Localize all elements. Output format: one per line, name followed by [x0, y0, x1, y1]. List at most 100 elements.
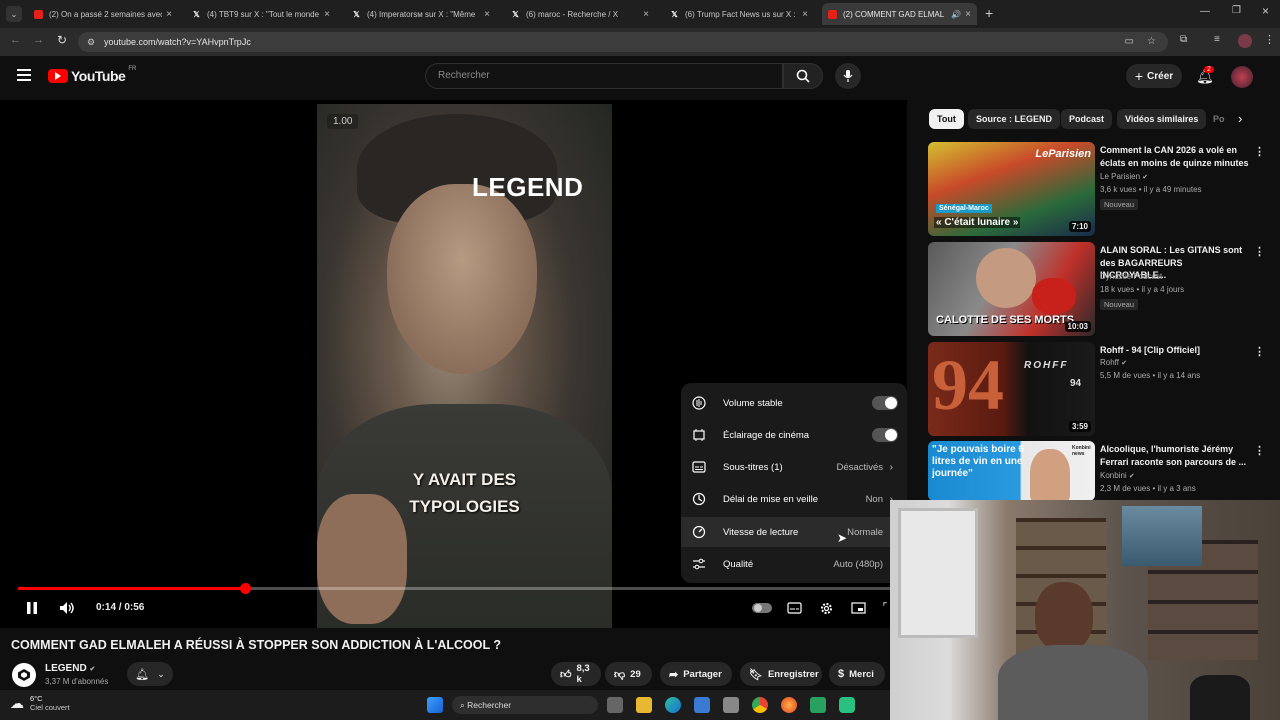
save-button[interactable]: 🔖︎ Enregistrer [740, 662, 822, 686]
webcam-overlay [890, 500, 1280, 720]
settings-button[interactable] [818, 600, 834, 616]
channel-avatar[interactable] [12, 663, 36, 687]
miniplayer-button[interactable] [850, 601, 866, 615]
subtitles-button[interactable] [786, 601, 802, 615]
fullscreen-button[interactable]: ⌜ [880, 600, 890, 614]
recommendation-item[interactable]: LeParisien Sénégal-Maroc « C'était lunai… [928, 142, 1268, 237]
reload-icon[interactable]: ↻ [57, 33, 67, 47]
browser-tab-4[interactable]: 𝕏 (6) Trump Fact News us sur X : " × [664, 3, 814, 25]
close-icon[interactable]: × [166, 9, 172, 20]
bookmark-star-icon[interactable]: ☆ [1147, 32, 1156, 52]
tab-search-button[interactable]: ⌄ [6, 6, 22, 22]
settings-item-quality[interactable]: Qualité Auto (480p) › [681, 549, 907, 579]
more-options-icon[interactable]: ⋮ [1254, 145, 1265, 158]
site-info-icon[interactable]: ⚙ [87, 32, 95, 52]
volume-button[interactable] [58, 600, 76, 616]
notifications-button[interactable]: 🔔︎ 2 [1196, 66, 1214, 86]
progress-scrubber[interactable] [239, 583, 251, 594]
windows-start-icon[interactable] [427, 697, 443, 713]
forward-icon[interactable]: → [33, 34, 44, 46]
browser-tab-3[interactable]: 𝕏 (6) maroc - Recherche / X × [505, 3, 655, 25]
chip-related-videos[interactable]: Vidéos similaires [1117, 109, 1207, 129]
search-button[interactable] [783, 63, 823, 89]
extensions-icon[interactable]: ⧉ [1180, 34, 1187, 45]
recommendation-thumbnail[interactable]: CALOTTE DE SES MORTS 10:03 [928, 242, 1095, 336]
settings-item-ambient-mode[interactable]: Éclairage de cinéma [681, 420, 907, 450]
close-icon[interactable]: × [965, 9, 971, 20]
chip-podcast[interactable]: Podcast [1061, 109, 1113, 129]
playback-speed-icon [691, 524, 707, 540]
close-icon[interactable]: × [643, 9, 649, 20]
recommendation-thumbnail[interactable]: "Je pouvais boire 6 litres de vin en une… [928, 441, 1095, 501]
pause-button[interactable] [24, 600, 40, 616]
chip-more[interactable]: Po [1209, 109, 1229, 129]
edge-icon[interactable] [665, 697, 681, 713]
cast-icon[interactable]: ▭ [1125, 32, 1134, 52]
new-tab-button[interactable]: + [985, 5, 993, 21]
chips-next-button[interactable]: › [1238, 111, 1242, 126]
settings-item-volume-stable[interactable]: Volume stable [681, 388, 907, 418]
back-icon[interactable]: ← [10, 34, 21, 46]
close-icon[interactable]: × [802, 9, 808, 20]
create-button[interactable]: + Créer [1126, 64, 1182, 88]
subtitles-icon [691, 459, 707, 475]
browser-tab-5[interactable]: (2) COMMENT GAD ELMAL 🔊 × [822, 3, 977, 25]
more-options-icon[interactable]: ⋮ [1254, 245, 1265, 258]
file-explorer-icon[interactable] [636, 697, 652, 713]
browser-menu-icon[interactable]: ⋮ [1264, 33, 1275, 46]
recommendation-item[interactable]: 94 ROHFF 94 3:59 Rohff - 94 [Clip Offici… [928, 342, 1268, 437]
channel-text: Le Parisien [1100, 172, 1141, 181]
chip-all[interactable]: Tout [929, 109, 964, 129]
close-icon[interactable]: × [484, 9, 490, 20]
profile-avatar[interactable] [1238, 34, 1252, 48]
firefox-icon[interactable] [781, 697, 797, 713]
calculator-icon[interactable] [723, 697, 739, 713]
obs-icon[interactable] [839, 697, 855, 713]
weather-widget[interactable]: ☁ 6°C Ciel couvert [10, 694, 70, 712]
browser-tab-1[interactable]: 𝕏 (4) TBT9 sur X : "Tout le monde × [186, 3, 336, 25]
maximize-button[interactable]: ❐ [1232, 5, 1241, 16]
thanks-button[interactable]: $ Merci [829, 662, 885, 686]
settings-item-subtitles[interactable]: Sous-titres (1) Désactivés › [681, 452, 907, 482]
account-avatar[interactable] [1231, 66, 1253, 88]
chip-source-legend[interactable]: Source : LEGEND [968, 109, 1061, 129]
url-field[interactable]: ⚙ youtube.com/watch?v=YAHvpnTrpJc ▭ ☆ [78, 32, 1168, 52]
more-options-icon[interactable]: ⋮ [1254, 345, 1265, 358]
hamburger-menu-icon[interactable] [17, 69, 31, 81]
task-view-icon[interactable] [607, 697, 623, 713]
speaker-icon[interactable]: 🔊 [951, 10, 961, 19]
youtube-logo[interactable]: YouTube FR [48, 66, 136, 84]
thumbnail-person [1030, 449, 1070, 501]
taskbar-search[interactable]: ⌕ Rechercher [452, 696, 598, 714]
search-input[interactable]: Rechercher [425, 63, 783, 89]
like-button[interactable]: 👍︎ 8,3 k [551, 662, 601, 686]
app-icon[interactable] [810, 697, 826, 713]
store-icon[interactable] [694, 697, 710, 713]
settings-item-sleep-timer[interactable]: Délai de mise en veille Non › [681, 484, 907, 514]
channel-name[interactable]: LEGEND ✔ [45, 663, 95, 674]
progress-bar[interactable] [18, 583, 890, 594]
recommendation-title: Comment la CAN 2026 a volé en éclats en … [1100, 145, 1249, 168]
recommendation-item[interactable]: CALOTTE DE SES MORTS 10:03 ALAIN SORAL :… [928, 242, 1268, 337]
recommendation-thumbnail[interactable]: LeParisien Sénégal-Maroc « C'était lunai… [928, 142, 1095, 236]
media-icon[interactable]: ≡ [1214, 34, 1220, 45]
share-button[interactable]: ➦ Partager [660, 662, 732, 686]
close-icon[interactable]: × [324, 9, 330, 20]
settings-item-playback-speed[interactable]: Vitesse de lecture Normale › ➤ [681, 517, 907, 547]
subscription-bell-button[interactable]: 🔔︎ ⌄ [127, 662, 173, 686]
close-window-button[interactable]: × [1262, 4, 1269, 18]
voice-search-button[interactable] [835, 63, 861, 89]
video-frame[interactable]: 1.00 LEGEND Y AVAIT DES TYPOLOGIES [317, 104, 612, 628]
chrome-icon[interactable] [752, 697, 768, 713]
thumbnail-person [976, 248, 1036, 308]
notification-count-badge: 2 [1204, 66, 1214, 73]
recommendation-thumbnail[interactable]: 94 ROHFF 94 3:59 [928, 342, 1095, 436]
dislike-button[interactable]: 👎︎ 29 [605, 662, 652, 686]
volume-stable-toggle[interactable] [872, 396, 898, 410]
browser-tab-2[interactable]: 𝕏 (4) Imperatorsм sur X : "Même × [346, 3, 496, 25]
ambient-mode-toggle[interactable] [872, 428, 898, 442]
minimize-button[interactable]: — [1200, 6, 1210, 17]
browser-tab-0[interactable]: (2) On a passé 2 semaines avec × [28, 3, 178, 25]
autoplay-toggle[interactable] [752, 603, 772, 613]
more-options-icon[interactable]: ⋮ [1254, 444, 1265, 457]
